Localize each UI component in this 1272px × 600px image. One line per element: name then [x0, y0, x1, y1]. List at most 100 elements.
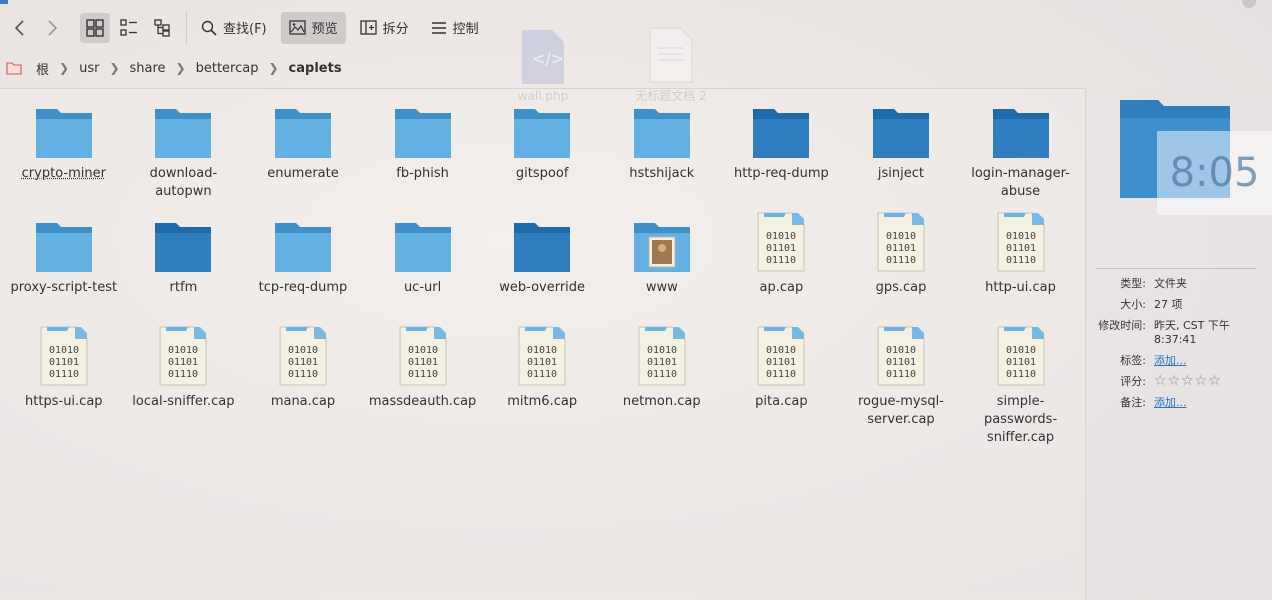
forward-button[interactable] [38, 13, 68, 43]
compact-view-button[interactable] [114, 13, 144, 43]
svg-text:01110: 01110 [647, 369, 677, 380]
view-mode-group [80, 11, 187, 45]
file-item[interactable]: 01010 01101 01110 pita.cap [722, 329, 842, 443]
split-button[interactable]: 拆分 [352, 12, 417, 44]
folder-icon [273, 215, 333, 273]
folder-item[interactable]: login-manager-abuse [961, 101, 1081, 215]
folder-item[interactable]: http-req-dump [722, 101, 842, 215]
code-file-icon: </> [520, 28, 566, 86]
preview-button[interactable]: 预览 [281, 12, 346, 44]
svg-text:01010: 01010 [1005, 231, 1035, 242]
item-label: login-manager-abuse [965, 165, 1077, 201]
svg-text:01110: 01110 [886, 255, 916, 266]
binary-file-icon: 01010 01101 01110 [632, 329, 692, 387]
svg-text:01101: 01101 [1005, 357, 1035, 368]
item-label: web-override [499, 279, 585, 297]
back-button[interactable] [4, 13, 34, 43]
folder-item[interactable]: tcp-req-dump [243, 215, 363, 329]
rating-stars[interactable]: ☆☆☆☆☆ [1154, 375, 1222, 389]
folder-item[interactable]: hstshijack [602, 101, 722, 215]
rating-key: 评分: [1090, 375, 1154, 389]
file-view[interactable]: crypto-miner download-autopwn enumerate fb-… [0, 88, 1086, 600]
folder-item[interactable]: proxy-script-test [4, 215, 124, 329]
add-tags-link[interactable]: 添加... [1154, 354, 1187, 368]
breadcrumb-separator-icon: ❯ [105, 61, 123, 75]
folder-icon [512, 215, 572, 273]
folder-item[interactable]: uc-url [363, 215, 483, 329]
breadcrumb-caplets[interactable]: caplets [283, 61, 348, 76]
file-item[interactable]: 01010 01101 01110 massdeauth.cap [363, 329, 483, 443]
clock-widget: 8:05 [1157, 131, 1272, 215]
type-key: 类型: [1090, 277, 1154, 291]
svg-text:01010: 01010 [766, 345, 796, 356]
folder-item[interactable]: gitspoof [482, 101, 602, 215]
add-notes-link[interactable]: 添加... [1154, 396, 1187, 410]
folder-item[interactable]: fb-phish [363, 101, 483, 215]
folder-icon [632, 101, 692, 159]
breadcrumb-bettercap[interactable]: bettercap [190, 61, 265, 76]
folder-item[interactable]: www [602, 215, 722, 329]
file-item[interactable]: 01010 01101 01110 netmon.cap [602, 329, 722, 443]
item-label: www [646, 279, 678, 297]
compact-list-icon [120, 19, 138, 37]
file-item[interactable]: 01010 01101 01110 https-ui.cap [4, 329, 124, 443]
breadcrumb: 根 ❯ usr ❯ share ❯ bettercap ❯ caplets [0, 56, 348, 80]
item-label: uc-url [404, 279, 441, 297]
svg-text:01010: 01010 [886, 345, 916, 356]
item-label: hstshijack [629, 165, 694, 183]
item-label: http-ui.cap [985, 279, 1056, 297]
svg-text:01010: 01010 [168, 345, 198, 356]
file-item[interactable]: 01010 01101 01110 gps.cap [841, 215, 961, 329]
binary-file-icon: 01010 01101 01110 [153, 329, 213, 387]
breadcrumb-share[interactable]: share [124, 61, 172, 76]
folder-item[interactable]: enumerate [243, 101, 363, 215]
icons-view-button[interactable] [80, 13, 110, 43]
grid-icon [86, 19, 104, 37]
breadcrumb-separator-icon: ❯ [264, 61, 282, 75]
folder-item[interactable]: web-override [482, 215, 602, 329]
file-item[interactable]: 01010 01101 01110 ap.cap [722, 215, 842, 329]
binary-file-icon: 01010 01101 01110 [991, 215, 1051, 273]
breadcrumb-usr[interactable]: usr [73, 61, 105, 76]
control-menu-button[interactable]: 控制 [423, 12, 487, 44]
file-item[interactable]: 01010 01101 01110 http-ui.cap [961, 215, 1081, 329]
details-view-button[interactable] [148, 13, 178, 43]
search-icon [201, 20, 217, 36]
folder-item[interactable]: rtfm [124, 215, 244, 329]
mtime-key: 修改时间: [1090, 319, 1154, 347]
file-item[interactable]: 01010 01101 01110 mana.cap [243, 329, 363, 443]
svg-text:01101: 01101 [49, 357, 79, 368]
svg-text:01101: 01101 [766, 243, 796, 254]
item-label: mitm6.cap [507, 393, 577, 411]
size-value: 27 项 [1154, 298, 1183, 312]
file-item[interactable]: 01010 01101 01110 local-sniffer.cap [124, 329, 244, 443]
folder-item[interactable]: jsinject [841, 101, 961, 215]
size-key: 大小: [1090, 298, 1154, 312]
file-item[interactable]: 01010 01101 01110 simple-passwords-sniffer.… [961, 329, 1081, 443]
image-preview-icon [289, 20, 306, 35]
file-item[interactable]: 01010 01101 01110 mitm6.cap [482, 329, 602, 443]
svg-text:01110: 01110 [766, 255, 796, 266]
find-button[interactable]: 查找(F) [193, 12, 275, 44]
folder-icon [393, 101, 453, 159]
binary-file-icon: 01010 01101 01110 [512, 329, 572, 387]
item-label: tcp-req-dump [259, 279, 348, 297]
item-label: mana.cap [271, 393, 335, 411]
item-label: download-autopwn [127, 165, 239, 201]
folder-icon [34, 101, 94, 159]
svg-text:01110: 01110 [1005, 255, 1035, 266]
binary-file-icon: 01010 01101 01110 [991, 329, 1051, 387]
svg-text:01101: 01101 [288, 357, 318, 368]
svg-text:01101: 01101 [1005, 243, 1035, 254]
file-item[interactable]: 01010 01101 01110 rogue-mysql-server.cap [841, 329, 961, 443]
breadcrumb-root[interactable]: 根 [30, 59, 55, 78]
binary-file-icon: 01010 01101 01110 [34, 329, 94, 387]
svg-text:01101: 01101 [766, 357, 796, 368]
split-view-icon [360, 20, 377, 35]
svg-text:01110: 01110 [408, 369, 438, 380]
information-panel: 8:05 类型: 文件夹 大小: 27 项 修改时间: 昨天, CST 下午 8:37… [1086, 88, 1272, 599]
svg-text:01101: 01101 [527, 357, 557, 368]
folder-item[interactable]: download-autopwn [124, 101, 244, 215]
svg-text:01110: 01110 [766, 369, 796, 380]
folder-item[interactable]: crypto-miner [4, 101, 124, 215]
